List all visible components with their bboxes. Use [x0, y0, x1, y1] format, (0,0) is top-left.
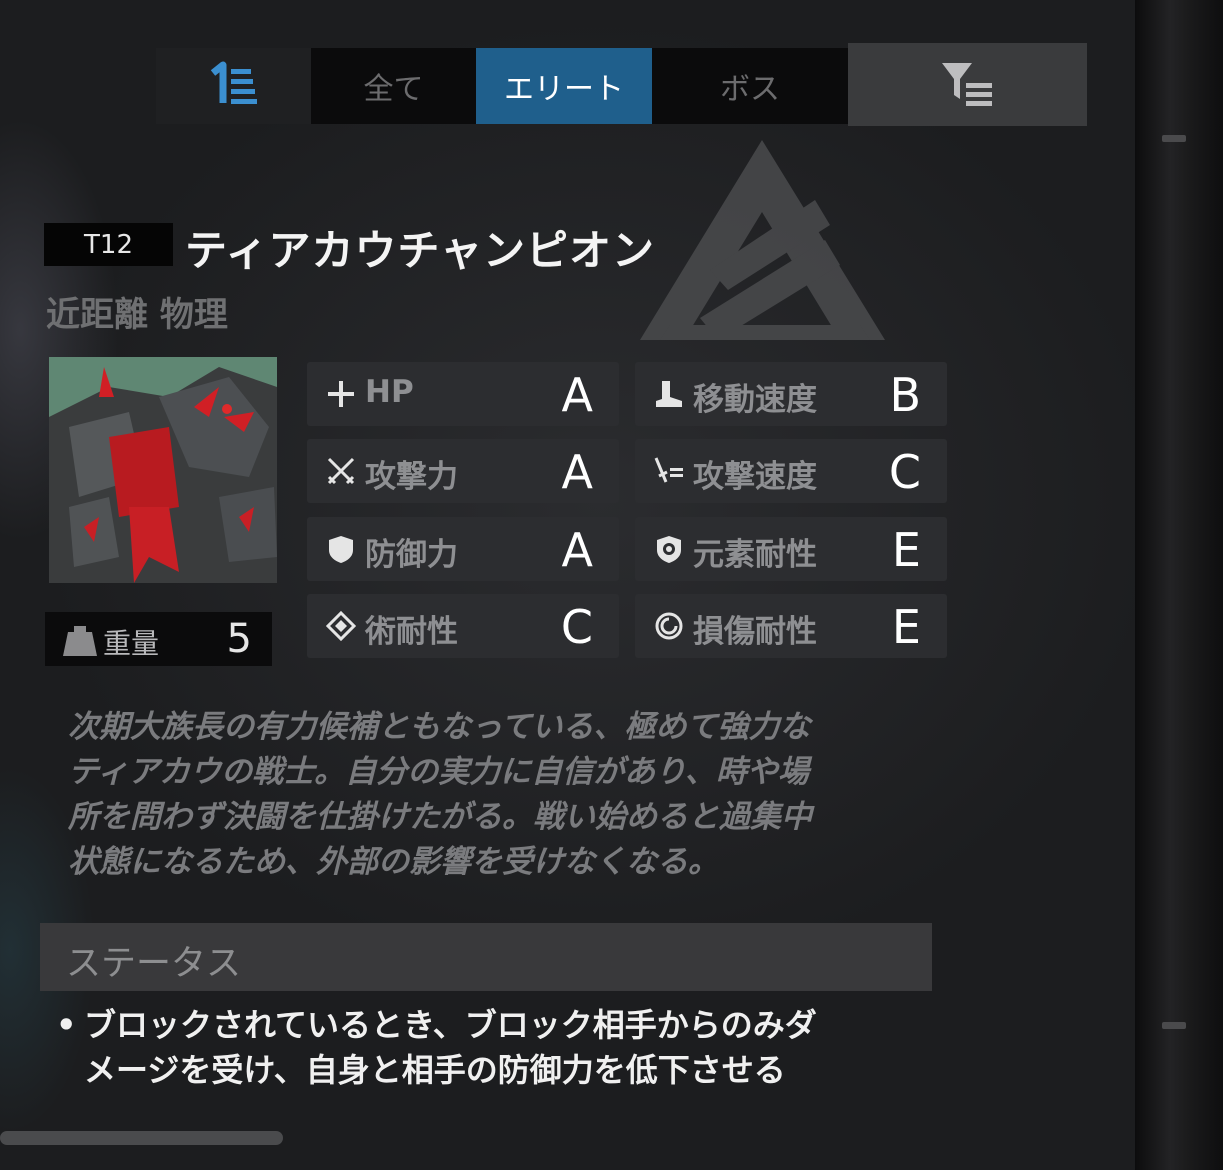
element-shield-icon: [653, 533, 685, 565]
stat-label: 防御力: [365, 537, 458, 573]
sword-speed-icon: [653, 455, 685, 487]
tab-label: 全て: [363, 72, 424, 107]
enemy-name: ティアカウチャンピオン: [185, 226, 656, 275]
status-line: メージを受け、自身と相手の防御力を低下させる: [84, 1051, 786, 1089]
stat-attack-speed: 攻撃速度 C: [635, 439, 947, 503]
weight-panel: 重量 5: [45, 612, 272, 666]
stat-label: 攻撃力: [365, 459, 458, 495]
stat-grade: E: [891, 523, 921, 577]
horizontal-scrollbar[interactable]: [0, 1131, 283, 1145]
stat-hp: HP A: [307, 362, 619, 426]
tab-label: エリート: [504, 72, 624, 107]
stat-grade: E: [891, 600, 921, 654]
weight-label: 重量: [103, 627, 160, 660]
plus-icon: [325, 378, 357, 410]
filter-button[interactable]: [848, 43, 1087, 126]
stat-move-speed: 移動速度 B: [635, 362, 947, 426]
tab-all[interactable]: 全て: [311, 48, 476, 124]
filter-icon: [938, 59, 998, 111]
diamond-icon: [325, 610, 357, 642]
stat-attack: 攻撃力 A: [307, 439, 619, 503]
stat-label: 術耐性: [365, 614, 458, 650]
description-line: 状態になるため、外部の影響を受けなくなる。: [68, 844, 719, 880]
stat-label: 移動速度: [693, 382, 817, 418]
description-line: 所を問わず決闘を仕掛けたがる。戦い始めると過集中: [68, 799, 812, 835]
stat-label: HP: [365, 374, 414, 410]
tier-badge: T12: [44, 223, 173, 266]
stat-defense: 防御力 A: [307, 517, 619, 581]
stat-grade: C: [888, 445, 921, 499]
status-section-header: ステータス: [40, 923, 932, 991]
boot-icon: [653, 378, 685, 410]
sort-button[interactable]: [156, 48, 311, 124]
enemy-portrait: [49, 357, 277, 583]
stat-label: 損傷耐性: [693, 614, 817, 650]
stat-arts-resistance: 術耐性 C: [307, 594, 619, 658]
enemy-type-tags: 近距離 物理: [46, 295, 228, 335]
description-line: 次期大族長の有力候補ともなっている、極めて強力な: [68, 709, 811, 745]
stat-element-resistance: 元素耐性 E: [635, 517, 947, 581]
status-header-label: ステータス: [66, 944, 242, 984]
background: [0, 0, 1135, 1170]
stat-grade: A: [561, 523, 593, 577]
tab-boss[interactable]: ボス: [652, 48, 848, 124]
weight-value: 5: [226, 616, 252, 662]
status-line: ブロックされているとき、ブロック相手からのみダ: [84, 1006, 817, 1044]
stat-grade: A: [561, 368, 593, 422]
shield-icon: [325, 533, 357, 565]
stat-grade: C: [560, 600, 593, 654]
scroll-rail-mark: [1162, 135, 1186, 142]
stat-grade: A: [561, 445, 593, 499]
stat-damage-resistance: 損傷耐性 E: [635, 594, 947, 658]
faction-emblem-icon: [640, 140, 885, 354]
stat-label: 攻撃速度: [693, 459, 817, 495]
description-line: ティアカウの戦士。自分の実力に自信があり、時や場: [68, 754, 809, 790]
enemy-description: 次期大族長の有力候補ともなっている、極めて強力な ティアカウの戦士。自分の実力に…: [68, 705, 928, 885]
tab-elite[interactable]: エリート: [476, 48, 652, 124]
right-scroll-rail[interactable]: [1135, 0, 1223, 1170]
stat-label: 元素耐性: [693, 537, 817, 573]
weight-icon: [63, 624, 97, 660]
stat-grade: B: [889, 368, 921, 422]
crossed-swords-icon: [325, 455, 357, 487]
scroll-rail-mark: [1162, 1022, 1186, 1029]
sort-order-icon: [209, 61, 259, 111]
tab-label: ボス: [720, 72, 780, 107]
bullet: •: [56, 1006, 77, 1044]
swirl-icon: [653, 610, 685, 642]
